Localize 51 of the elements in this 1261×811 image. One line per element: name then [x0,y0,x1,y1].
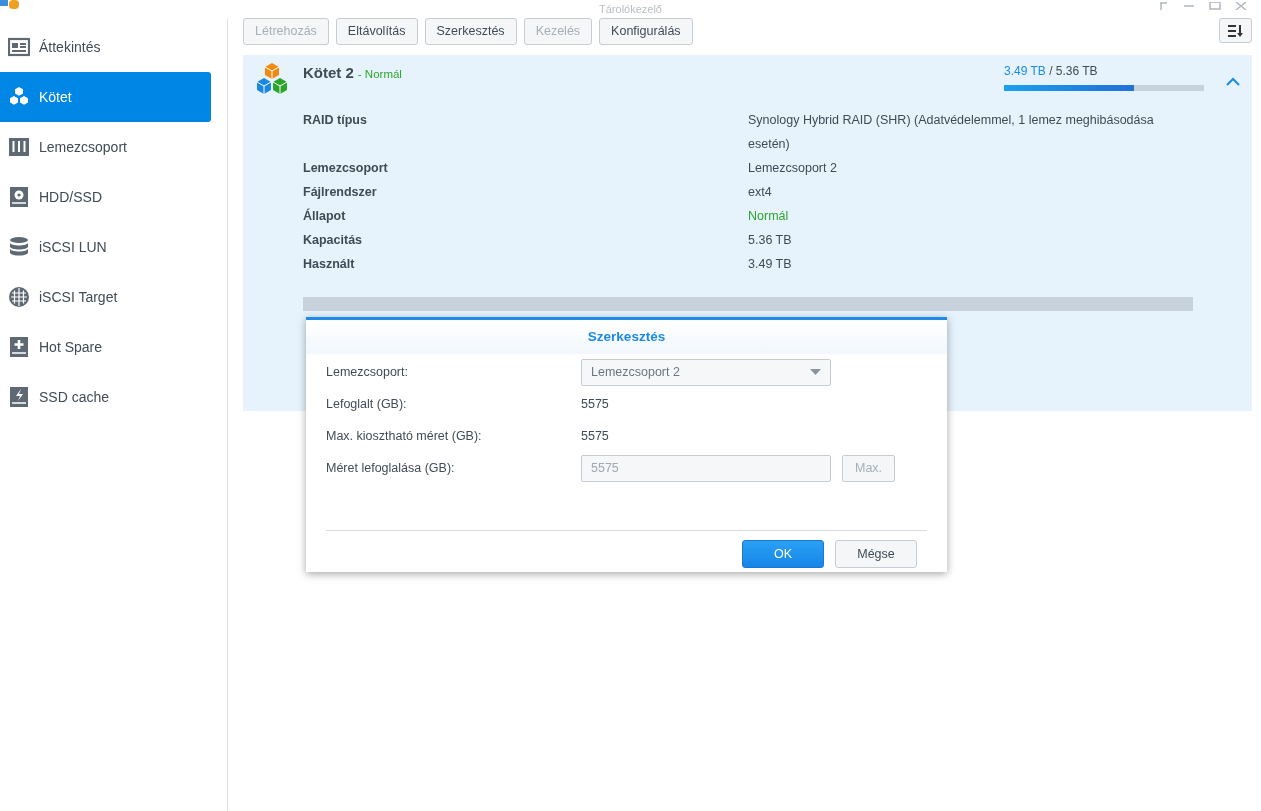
detail-label: RAID típus [303,112,368,129]
sidebar-item[interactable]: iSCSI LUN [0,222,211,272]
cubes-icon [8,86,30,108]
caret-icon [810,369,821,375]
volume-status: - Normál [357,68,402,80]
toolbar-button[interactable]: Konfigurálás [599,18,693,45]
chevron-up-icon [1226,77,1240,87]
database-icon [8,236,30,258]
detail-value: Lemezcsoport 2 [748,160,838,177]
toolbar-button[interactable]: Szerkesztés [424,18,517,45]
close-icon[interactable] [1235,2,1247,10]
minimize-icon[interactable] [1183,2,1195,10]
field-value: 5575 [581,395,609,413]
pin-icon[interactable] [1159,2,1169,10]
field-label: Max. kiosztható méret (GB): [326,427,483,445]
detail-label: Lemezcsoport [303,160,389,177]
field-label: Lefoglalt (GB): [326,395,408,413]
sidebar-item[interactable]: SSD cache [0,372,211,422]
globe-icon [8,286,30,308]
sort-button[interactable] [1219,18,1252,43]
detail-value: Normál [748,208,790,225]
sidebar-item[interactable]: Áttekintés [0,22,211,72]
detail-value: Synology Hybrid RAID (SHR) (Adatvédelemmel, 1 lemez meghibásodása esetén) [748,112,1155,153]
toolbar-button[interactable]: Eltávolítás [335,18,418,45]
sidebar-item[interactable]: Kötet [0,72,211,122]
sidebar-item[interactable]: iSCSI Target [0,272,211,322]
dropdown-field[interactable]: Lemezcsoport 2 [581,358,831,386]
field-label: Méret lefoglalása (GB): [326,459,456,477]
field-label: Lemezcsoport: [326,363,409,381]
detail-label: Használt [303,256,356,273]
window-title: Tárolókezelő [599,2,662,17]
overview-card-icon [8,36,30,58]
detail-value: ext4 [748,184,773,201]
detail-value: 5.36 TB [748,232,793,249]
detail-value: 3.49 TB [748,256,793,273]
sort-icon [1227,23,1244,38]
sidebar-item[interactable]: HDD/SSD [0,172,211,222]
app-icon [0,0,22,12]
sidebar-item[interactable]: Hot Spare [0,322,211,372]
maximize-icon[interactable] [1209,2,1221,10]
detail-label: Kapacitás [303,232,364,249]
field-value: 5575 [581,427,609,445]
dialog-title: Szerkesztés [306,320,947,354]
disk-group-icon [8,136,30,158]
cubes-icon [255,62,289,96]
sidebar-item[interactable]: Lemezcsoport [0,122,211,172]
cancel-button[interactable]: Mégse [835,540,917,568]
detail-label: Fájlrendszer [303,184,378,201]
capacity-text: 3.49 TB / 5.36 TB [1004,63,1099,80]
detail-label: Állapot [303,207,347,225]
volume-name: Kötet 2 [303,64,354,81]
